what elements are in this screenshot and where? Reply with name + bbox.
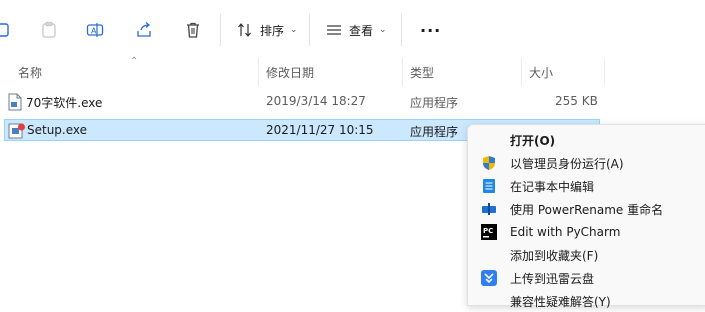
blank-icon [480,246,498,264]
column-header-type[interactable]: 类型 [410,64,434,81]
rename-button[interactable]: A [84,16,106,44]
file-type: 应用程序 [410,96,459,110]
file-row[interactable]: 70字软件.exe 2019/3/14 18:27 应用程序 255 KB [4,91,600,113]
rename-icon: A [84,19,106,41]
menu-item-label: 使用 PowerRename 重命名 [510,202,664,217]
column-header-modified[interactable]: 修改日期 [266,64,314,81]
sort-button[interactable]: 排序 ⌄ [234,16,298,44]
uac-shield-icon [480,154,498,172]
share-icon [133,19,155,41]
file-size: 255 KB [555,94,598,108]
toolbar-divider [309,14,310,46]
powerrename-icon [480,200,498,218]
view-button[interactable]: 查看 ⌄ [323,16,387,44]
paste-button[interactable] [38,16,60,44]
file-type: 应用程序 [410,125,459,139]
menu-item-label: Edit with PyCharm [510,225,621,239]
toolbar-divider [220,14,221,46]
column-divider[interactable] [604,58,605,86]
menu-item-label: 兼容性疑难解答(Y) [510,294,611,309]
file-name: 70字软件.exe [26,96,103,110]
toolbar-divider [401,14,402,46]
column-header-bar: ⌃ 名称 修改日期 类型 大小 [0,56,705,86]
column-header-name[interactable]: 名称 [18,64,42,81]
more-options-button[interactable]: ··· [416,16,441,44]
sort-icon [234,19,256,41]
menu-item-label: 上传到迅雷云盘 [510,271,595,286]
clipboard-icon [38,19,60,41]
menu-item-add-favorites[interactable]: 添加到收藏夹(F) [474,244,704,266]
file-modified: 2021/11/27 10:15 [266,123,374,137]
menu-item-compat-troubleshoot[interactable]: 兼容性疑难解答(Y) [474,290,704,312]
menu-item-edit-pycharm[interactable]: PC Edit with PyCharm [474,221,704,243]
column-divider[interactable] [258,58,259,86]
view-label: 查看 [349,23,374,38]
menu-item-label: 打开(O) [510,133,556,148]
exe-file-icon [7,93,23,111]
share-button[interactable] [133,16,155,44]
chevron-down-icon: ⌄ [379,25,387,35]
svg-text:A: A [91,27,97,36]
file-modified: 2019/3/14 18:27 [266,94,366,108]
copy-icon [0,19,16,41]
sort-label: 排序 [260,23,285,38]
view-list-icon [323,19,345,41]
setup-exe-icon [8,122,25,140]
column-divider[interactable] [521,58,522,86]
xunlei-icon [480,269,498,287]
menu-item-label: 添加到收藏夹(F) [510,248,599,263]
trash-icon [182,19,204,41]
menu-item-open[interactable]: 打开(O) [474,129,704,151]
menu-item-run-as-admin[interactable]: 以管理员身份运行(A) [474,152,704,174]
command-bar: A 排序 ⌄ 查看 ⌄ ··· [0,0,705,58]
chevron-down-icon: ⌄ [290,25,298,35]
notepad-icon [480,177,498,195]
blank-icon [480,131,498,149]
more-icon: ··· [420,20,442,40]
pycharm-icon: PC [480,223,498,241]
menu-item-upload-xunlei[interactable]: 上传到迅雷云盘 [474,267,704,289]
blank-icon [480,292,498,310]
copy-button[interactable] [0,16,16,44]
column-divider[interactable] [402,58,403,86]
delete-button[interactable] [182,16,204,44]
menu-item-powerrename[interactable]: 使用 PowerRename 重命名 [474,198,704,220]
menu-item-edit-notepad[interactable]: 在记事本中编辑 [474,175,704,197]
menu-item-label: 以管理员身份运行(A) [510,156,624,171]
context-menu: 打开(O) 以管理员身份运行(A) 在记事本中编辑 使用 PowerRename… [467,124,705,309]
column-header-size[interactable]: 大小 [529,64,553,81]
sort-ascending-icon: ⌃ [130,56,139,67]
file-name: Setup.exe [27,123,88,137]
menu-item-label: 在记事本中编辑 [510,179,595,194]
svg-text:PC: PC [483,227,493,235]
